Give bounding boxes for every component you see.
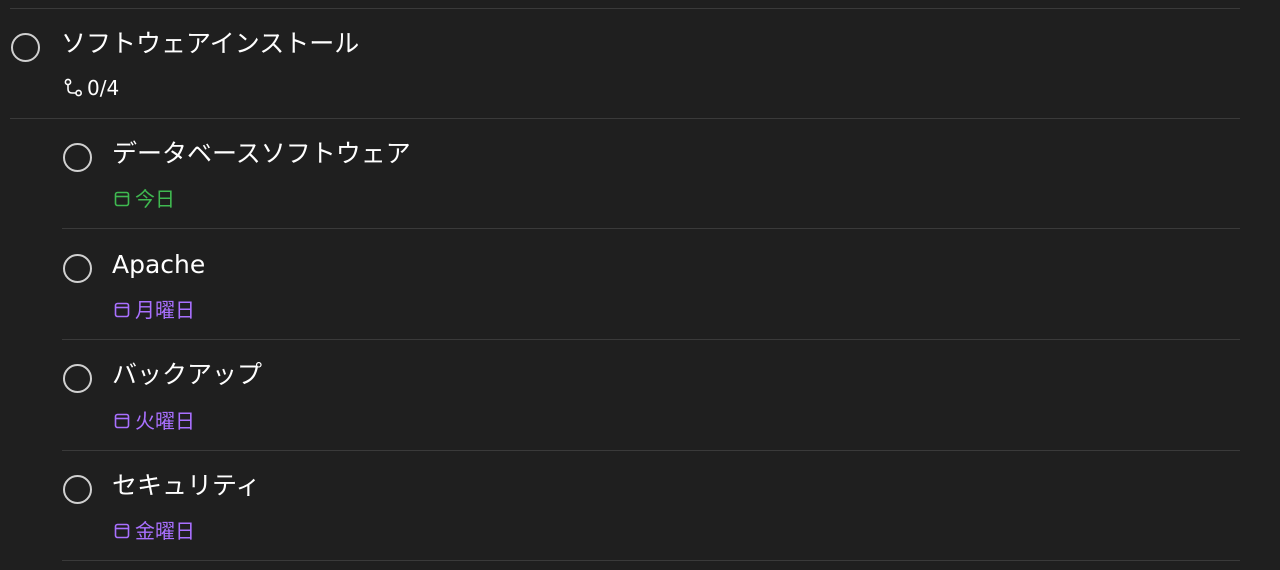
complete-subtask-checkbox[interactable] [63,475,92,504]
subtask-title: セキュリティ [112,471,261,500]
calendar-icon [114,413,130,429]
subtask-row[interactable]: Apache 月曜日 [62,229,1240,339]
parent-task-row[interactable]: ソフトウェアインストール 0/4 [0,9,1240,119]
subtask-progress-label: 0/4 [87,76,120,100]
due-date: 火曜日 [114,409,195,433]
subtask-row[interactable]: セキュリティ 金曜日 [62,451,1240,561]
subtask-title: データベースソフトウェア [112,139,411,168]
due-date-label: 金曜日 [135,519,195,543]
subtask-row[interactable]: バックアップ 火曜日 [62,340,1240,450]
calendar-icon [114,302,130,318]
complete-task-checkbox[interactable] [11,33,40,62]
due-date: 金曜日 [114,519,195,543]
subtask-progress: 0/4 [63,76,119,100]
subtask-row[interactable]: データベースソフトウェア 今日 [62,119,1240,229]
due-date: 月曜日 [114,298,195,322]
due-date-label: 今日 [135,187,175,211]
complete-subtask-checkbox[interactable] [63,143,92,172]
subtask-icon [63,77,85,99]
complete-subtask-checkbox[interactable] [63,364,92,393]
calendar-icon [114,191,130,207]
calendar-icon [114,523,130,539]
due-date-label: 火曜日 [135,409,195,433]
task-title: ソフトウェアインストール [61,29,360,58]
subtask-title: バックアップ [112,360,263,389]
due-date-label: 月曜日 [135,298,195,322]
complete-subtask-checkbox[interactable] [63,254,92,283]
subtask-title: Apache [112,250,206,279]
due-date: 今日 [114,187,175,211]
